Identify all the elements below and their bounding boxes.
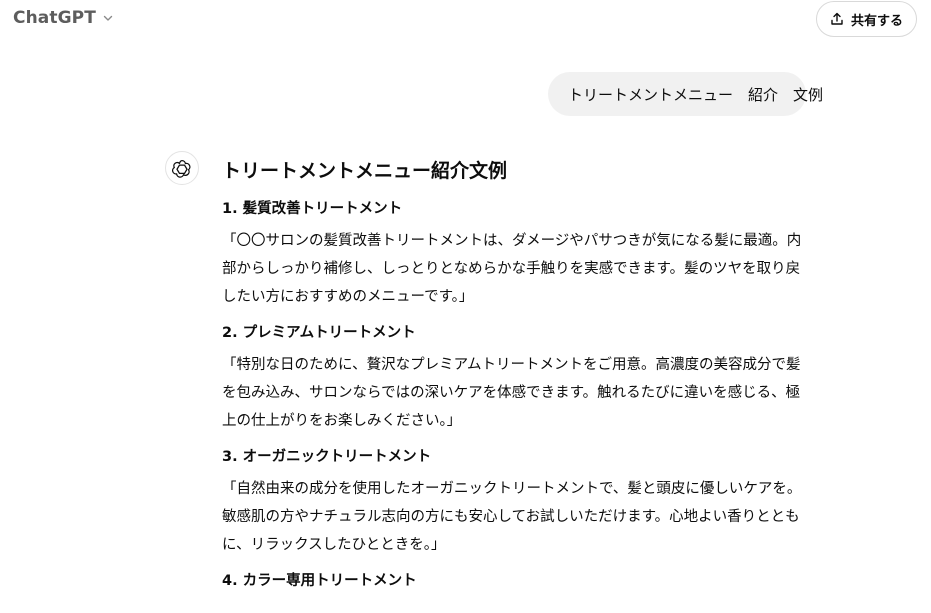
section-body: 「自然由来の成分を使用したオーガニックトリートメントで、髪と頭皮に優しいケアを。… — [222, 481, 802, 553]
section-heading: 4. カラー専用トリートメント — [222, 573, 417, 589]
share-button[interactable]: 共有する — [816, 1, 917, 37]
menu-section: 3. オーガニックトリートメント 「自然由来の成分を使用したオーガニックトリート… — [222, 445, 812, 559]
section-heading: 3. オーガニックトリートメント — [222, 449, 432, 465]
model-name: ChatGPT — [13, 8, 96, 28]
openai-logo-icon — [172, 160, 191, 178]
share-upload-icon — [831, 12, 843, 25]
chat-page: ChatGPT 共有する トリートメントメニュー 紹介 文例 トリートメントメニ… — [0, 0, 931, 613]
model-switcher[interactable]: ChatGPT — [13, 8, 114, 28]
top-bar: ChatGPT 共有する — [0, 0, 931, 40]
answer-title: トリートメントメニュー紹介文例 — [222, 160, 508, 182]
share-button-label: 共有する — [850, 13, 903, 29]
user-message-bubble: トリートメントメニュー 紹介 文例 — [548, 72, 823, 116]
section-body: 「〇〇サロンの髪質改善トリートメントは、ダメージやパサつきが気になる髪に最適。内… — [222, 233, 802, 305]
assistant-avatar — [165, 151, 199, 185]
section-heading: 2. プレミアムトリートメント — [222, 325, 416, 341]
section-body: 「特別な日のために、贅沢なプレミアムトリートメントをご用意。高濃度の美容成分で髪… — [222, 357, 801, 429]
section-heading: 1. 髪質改善トリートメント — [222, 201, 403, 217]
chevron-down-icon — [103, 15, 113, 21]
menu-section: 4. カラー専用トリートメント — [222, 569, 812, 593]
assistant-message: トリートメントメニュー紹介文例 1. 髪質改善トリートメント 「〇〇サロンの髪質… — [222, 155, 812, 593]
menu-section: 1. 髪質改善トリートメント 「〇〇サロンの髪質改善トリートメントは、ダメージや… — [222, 197, 812, 311]
menu-section: 2. プレミアムトリートメント 「特別な日のために、贅沢なプレミアムトリートメン… — [222, 321, 812, 435]
